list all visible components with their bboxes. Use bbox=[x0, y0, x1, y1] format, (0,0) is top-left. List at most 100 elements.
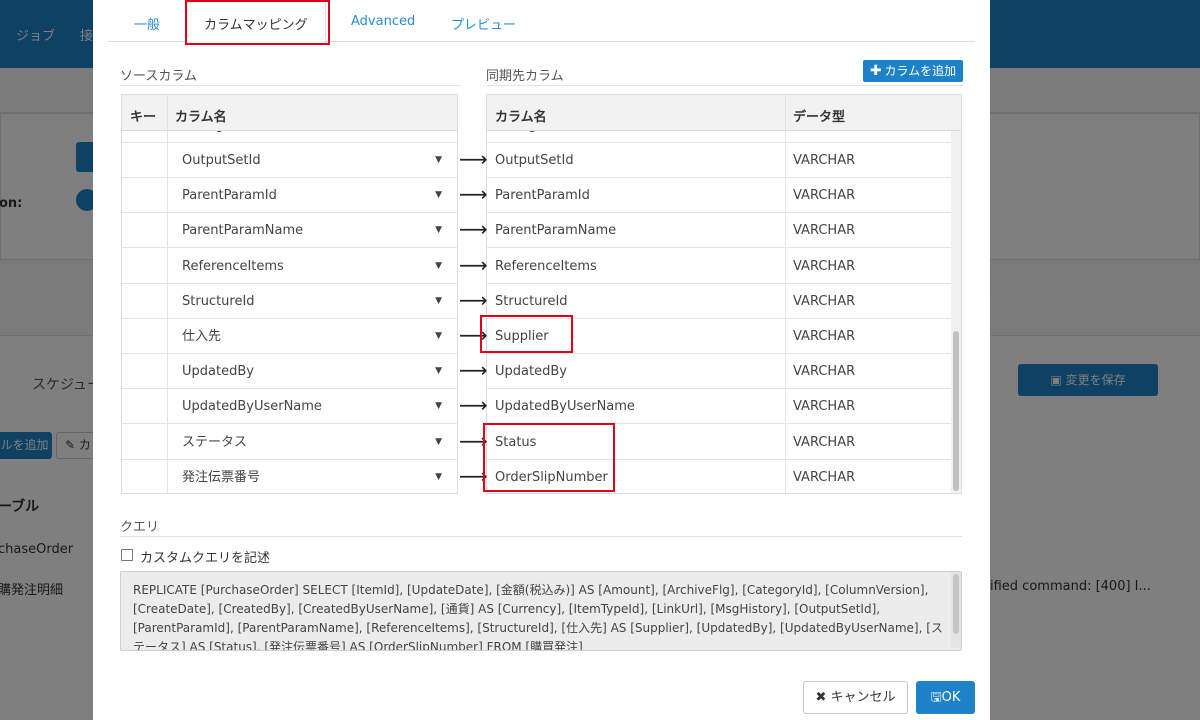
source-column-name: UpdatedBy bbox=[182, 364, 254, 379]
arrow-right-icon: ⟶ bbox=[459, 217, 488, 241]
caret-down-icon[interactable]: ▼ bbox=[435, 319, 442, 354]
plus-icon: ✚ bbox=[869, 63, 882, 79]
table-row[interactable]: UpdatedBy VARCHAR bbox=[487, 354, 951, 389]
query-scrollbar[interactable] bbox=[951, 572, 961, 648]
table-row[interactable]: OutputSetId ▼ bbox=[122, 143, 457, 178]
header-data-type: データ型 bbox=[793, 110, 846, 125]
table-row[interactable]: 仕入先 ▼ bbox=[122, 319, 457, 354]
query-scrollbar-thumb[interactable] bbox=[953, 574, 959, 634]
caret-down-icon[interactable]: ▼ bbox=[435, 284, 442, 319]
caret-down-icon[interactable]: ▼ bbox=[435, 460, 442, 493]
destination-column-name[interactable]: OutputSetId bbox=[495, 143, 574, 178]
table-row[interactable]: OutputSetId VARCHAR bbox=[487, 143, 951, 178]
add-column-button[interactable]: ✚ カラムを追加 bbox=[863, 60, 963, 82]
table-row[interactable]: ReferenceItems ▼ bbox=[122, 249, 457, 284]
source-column-name: ステータス bbox=[182, 435, 248, 450]
table-row[interactable]: ステータス ▼ bbox=[122, 425, 457, 460]
source-column-name: ParentParamId bbox=[182, 188, 277, 203]
custom-query-label[interactable]: カスタムクエリを記述 bbox=[140, 547, 270, 566]
arrow-right-icon: ⟶ bbox=[459, 253, 488, 277]
table-row[interactable]: ParentParamName VARCHAR bbox=[487, 213, 951, 248]
table-row[interactable]: ReferenceItems VARCHAR bbox=[487, 249, 951, 284]
table-row[interactable]: StructureId VARCHAR bbox=[487, 284, 951, 319]
tab-advanced[interactable]: Advanced bbox=[351, 14, 415, 29]
data-type: VARCHAR bbox=[793, 188, 856, 203]
custom-query-checkbox[interactable] bbox=[121, 549, 133, 561]
caret-down-icon[interactable]: ▼ bbox=[435, 131, 442, 143]
destination-column-name[interactable]: ChangeStatus bbox=[495, 131, 586, 143]
table-row[interactable]: UpdatedBy ▼ bbox=[122, 354, 457, 389]
data-type: VARCHAR bbox=[793, 259, 856, 274]
query-textarea[interactable]: REPLICATE [PurchaseOrder] SELECT [ItemId… bbox=[120, 571, 962, 651]
source-column-name: ReferenceItems bbox=[182, 259, 284, 274]
destination-column-name[interactable]: UpdatedByUserName bbox=[495, 389, 635, 424]
data-type: VARCHAR bbox=[793, 399, 856, 414]
source-column-name: 仕入先 bbox=[182, 329, 222, 344]
divider bbox=[120, 536, 962, 537]
caret-down-icon[interactable]: ▼ bbox=[435, 425, 442, 460]
caret-down-icon[interactable]: ▼ bbox=[435, 389, 442, 424]
table-row[interactable]: StructureId ▼ bbox=[122, 284, 457, 319]
query-section-label: クエリ bbox=[120, 520, 160, 535]
table-row[interactable]: 発注伝票番号 ▼ bbox=[122, 460, 457, 493]
destination-columns-grid: カラム名 データ型 ChangeStatus OutputSetId VARCHA… bbox=[486, 94, 962, 494]
source-grid-header: キー カラム名 bbox=[122, 95, 457, 131]
data-type: VARCHAR bbox=[793, 364, 856, 379]
table-row[interactable]: UpdatedByUserName VARCHAR bbox=[487, 389, 951, 424]
column-mapping-dialog: 一般 カラムマッピング Advanced プレビュー ソースカラム 同期先カラム… bbox=[93, 0, 990, 720]
table-row[interactable]: Status VARCHAR bbox=[487, 425, 951, 460]
tab-preview[interactable]: プレビュー bbox=[451, 14, 516, 33]
table-row[interactable]: OrderSlipNumber VARCHAR bbox=[487, 460, 951, 493]
tab-column-mapping[interactable]: カラムマッピング bbox=[186, 0, 326, 43]
destination-column-name[interactable]: ReferenceItems bbox=[495, 249, 597, 284]
caret-down-icon[interactable]: ▼ bbox=[435, 178, 442, 213]
source-column-name: UpdatedByUserName bbox=[182, 399, 322, 414]
table-row[interactable]: UpdatedByUserName ▼ bbox=[122, 389, 457, 424]
table-row-partial[interactable]: ChangeStatus bbox=[487, 131, 951, 143]
ok-button[interactable]: 🖫OK bbox=[916, 681, 975, 714]
header-column-name: カラム名 bbox=[495, 110, 547, 125]
caret-down-icon[interactable]: ▼ bbox=[435, 354, 442, 389]
divider bbox=[120, 85, 460, 86]
destination-column-name[interactable]: ParentParamName bbox=[495, 213, 616, 248]
destination-column-name[interactable]: OrderSlipNumber bbox=[495, 460, 608, 493]
dialog-tabs: 一般 カラムマッピング Advanced プレビュー bbox=[108, 0, 975, 43]
source-column-name: OutputSetId bbox=[182, 153, 261, 168]
table-row-partial[interactable]: ChangeStatus ▼ bbox=[122, 131, 457, 143]
source-column-name: ParentParamName bbox=[182, 223, 304, 238]
grid-scrollbar[interactable] bbox=[951, 131, 961, 493]
floppy-disk-icon: 🖫 bbox=[930, 690, 942, 705]
caret-down-icon[interactable]: ▼ bbox=[435, 249, 442, 284]
data-type: VARCHAR bbox=[793, 153, 856, 168]
destination-column-name[interactable]: StructureId bbox=[495, 284, 568, 319]
data-type: VARCHAR bbox=[793, 435, 856, 450]
destination-column-name[interactable]: UpdatedBy bbox=[495, 354, 567, 389]
data-type: VARCHAR bbox=[793, 470, 856, 485]
grid-scrollbar-thumb[interactable] bbox=[953, 331, 959, 491]
table-row[interactable]: ParentParamName ▼ bbox=[122, 213, 457, 248]
source-column-name: 発注伝票番号 bbox=[182, 470, 261, 485]
table-row[interactable]: ParentParamId ▼ bbox=[122, 178, 457, 213]
header-key: キー bbox=[130, 110, 157, 125]
destination-column-name[interactable]: Supplier bbox=[495, 319, 549, 354]
table-row[interactable]: ParentParamId VARCHAR bbox=[487, 178, 951, 213]
source-columns-label: ソースカラム bbox=[120, 69, 197, 84]
table-row[interactable]: Supplier VARCHAR bbox=[487, 319, 951, 354]
source-columns-grid: キー カラム名 ChangeStatus ▼ OutputSetId▼Paren… bbox=[121, 94, 458, 494]
destination-columns-label: 同期先カラム bbox=[486, 69, 564, 84]
caret-down-icon[interactable]: ▼ bbox=[435, 213, 442, 248]
arrow-right-icon: ⟶ bbox=[459, 358, 488, 382]
cancel-button[interactable]: ✖ キャンセル bbox=[803, 681, 908, 714]
arrow-right-icon: ⟶ bbox=[459, 464, 488, 488]
destination-column-name[interactable]: ParentParamId bbox=[495, 178, 590, 213]
column-divider bbox=[167, 95, 168, 130]
caret-down-icon[interactable]: ▼ bbox=[435, 143, 442, 178]
times-icon: ✖ bbox=[815, 690, 827, 705]
destination-column-name[interactable]: Status bbox=[495, 425, 536, 460]
arrow-right-icon: ⟶ bbox=[459, 288, 488, 312]
destination-grid-header: カラム名 データ型 bbox=[487, 95, 961, 131]
arrow-right-icon: ⟶ bbox=[459, 393, 488, 417]
data-type: VARCHAR bbox=[793, 329, 856, 344]
source-column-name: StructureId bbox=[182, 294, 255, 309]
tab-general[interactable]: 一般 bbox=[134, 14, 160, 33]
